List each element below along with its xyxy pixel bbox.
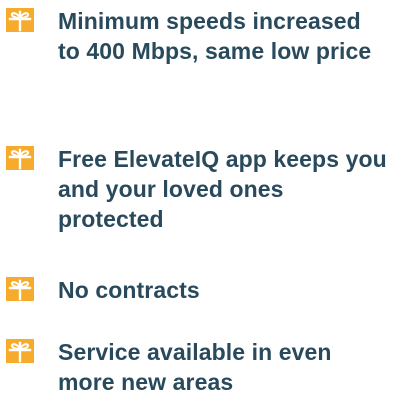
feature-text: Service available in even more new areas (58, 339, 332, 395)
feature-text: Free ElevateIQ app keeps you and your lo… (58, 146, 387, 232)
feature-text: Minimum speeds increased to 400 Mbps, sa… (58, 8, 372, 64)
gift-icon (6, 8, 34, 32)
gift-icon (6, 146, 34, 170)
feature-text: No contracts (58, 277, 200, 303)
gift-icon (6, 339, 34, 363)
feature-list: Minimum speeds increased to 400 Mbps, sa… (0, 0, 396, 400)
gift-icon (6, 277, 34, 301)
